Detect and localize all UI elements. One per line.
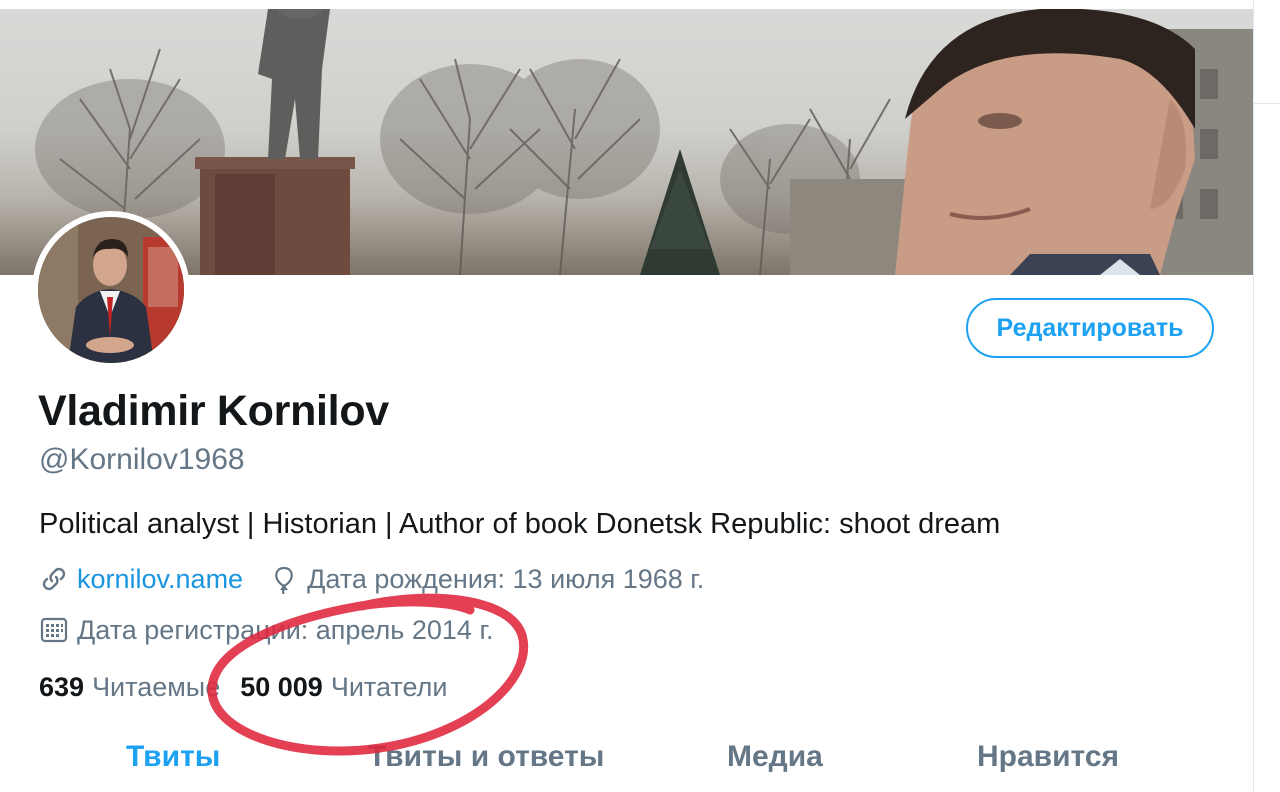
- banner-illustration: [35, 9, 1253, 275]
- profile-meta-row-1: kornilov.name Дата рождения: 13 июля 196…: [39, 561, 730, 597]
- top-strip: [0, 0, 1253, 9]
- joined-item: Дата регистрации: апрель 2014 г.: [39, 615, 494, 646]
- followers-stat[interactable]: 50 009 Читатели: [240, 672, 447, 703]
- profile-handle: @Kornilov1968: [39, 443, 245, 476]
- followers-label: Читатели: [330, 671, 448, 702]
- following-count: 639: [39, 671, 85, 702]
- following-stat[interactable]: 639 Читаемые: [39, 672, 220, 703]
- website-link[interactable]: kornilov.name: [77, 564, 243, 595]
- link-icon: [39, 564, 69, 594]
- tab-tweets[interactable]: Твиты: [126, 740, 220, 774]
- birthday-item: Дата рождения: 13 июля 1968 г.: [269, 564, 704, 595]
- website-item[interactable]: kornilov.name: [39, 564, 243, 595]
- gutter-divider: [1254, 103, 1280, 104]
- profile-meta-row-2: Дата регистрации: апрель 2014 г.: [39, 612, 520, 648]
- tab-media[interactable]: Медиа: [727, 740, 823, 774]
- profile-banner[interactable]: [0, 9, 1253, 275]
- edit-profile-button[interactable]: Редактировать: [966, 298, 1214, 358]
- balloon-icon: [269, 564, 299, 594]
- avatar[interactable]: [32, 211, 190, 369]
- right-gutter: [1253, 0, 1280, 792]
- following-label: Читаемые: [92, 671, 221, 702]
- profile-tabs: Твиты Твиты и ответы Медиа Нравится: [0, 736, 1253, 792]
- calendar-icon: [39, 615, 69, 645]
- profile-bio: Political analyst | Historian | Author o…: [39, 508, 1001, 540]
- birthday-text: Дата рождения: 13 июля 1968 г.: [307, 563, 705, 594]
- followers-count: 50 009: [240, 671, 323, 702]
- joined-text: Дата регистрации: апрель 2014 г.: [77, 614, 494, 645]
- tab-likes[interactable]: Нравится: [977, 740, 1119, 774]
- tab-tweets-and-replies[interactable]: Твиты и ответы: [368, 740, 604, 774]
- profile-name: Vladimir Kornilov: [38, 387, 389, 435]
- profile-stats: 639 Читаемые 50 009 Читатели: [39, 669, 467, 705]
- avatar-image: [38, 217, 184, 363]
